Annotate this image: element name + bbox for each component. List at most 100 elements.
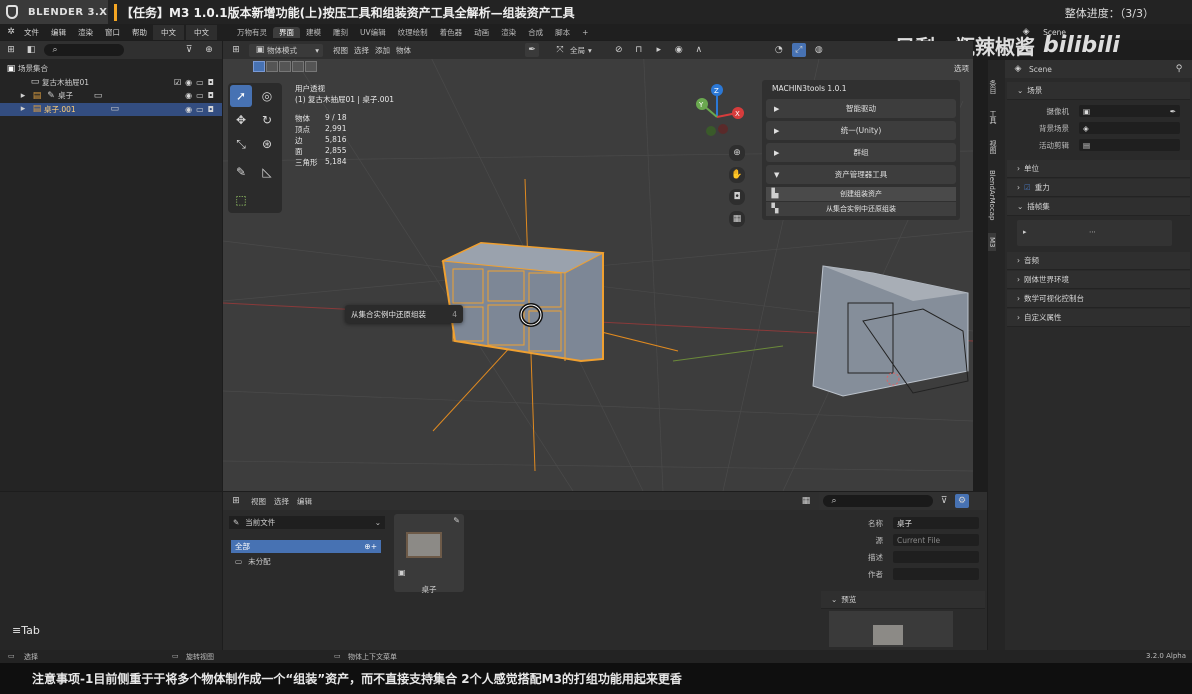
- select-invert-icon[interactable]: [292, 61, 304, 72]
- checkbox-icon[interactable]: ☑: [1024, 183, 1031, 192]
- tab-workspace-5[interactable]: 纹理绘制: [392, 27, 434, 38]
- catalog-all[interactable]: 全部 ⊕+: [231, 540, 381, 553]
- move-tool-icon[interactable]: ✥: [230, 109, 252, 131]
- tab-workspace-1[interactable]: 界面: [273, 26, 300, 38]
- overlay-toggle-icon[interactable]: ◍: [812, 43, 826, 57]
- viewport-menu-view[interactable]: 视图: [333, 45, 348, 56]
- keying-set-list[interactable]: ▸ ⋯: [1017, 220, 1172, 246]
- asset-tile[interactable]: ✎ ▣ 桌子: [394, 514, 464, 594]
- eye-icon[interactable]: ◉: [185, 78, 192, 87]
- viewport-menu-add[interactable]: 添加: [375, 45, 390, 56]
- section-units[interactable]: › 单位: [1007, 160, 1190, 178]
- scale-tool-icon[interactable]: ⤡: [230, 133, 252, 155]
- editor-type-icon[interactable]: ⊞: [229, 43, 243, 57]
- outliner-item[interactable]: ▸ ▤ ✎ 桌子 ▭ ◉ ▭ ◘: [0, 89, 222, 103]
- select-subtract-icon[interactable]: [279, 61, 291, 72]
- asset-manager-tools-button[interactable]: ▼ 资产管理器工具: [766, 165, 956, 184]
- tab-workspace-4[interactable]: UV编辑: [354, 27, 392, 38]
- library-dropdown[interactable]: ✎ 当前文件 ⌄: [229, 516, 385, 529]
- restore-assembly-button[interactable]: ▚ 从集合实例中还原组装: [766, 202, 956, 216]
- viewport-menu-object[interactable]: 物体: [396, 45, 411, 56]
- tab-workspace-7[interactable]: 动画: [468, 27, 495, 38]
- select-box-tool-icon[interactable]: ➚: [230, 85, 252, 107]
- falloff-icon[interactable]: ∧: [692, 43, 706, 57]
- create-assembly-asset-button[interactable]: ▙ 创建组装资产: [766, 187, 956, 201]
- asset-menu-view[interactable]: 视图: [251, 496, 266, 507]
- group-button[interactable]: ▶ 群组: [766, 143, 956, 162]
- snap-icon[interactable]: ⊓: [632, 43, 646, 57]
- filter-icon[interactable]: ⊽: [182, 43, 196, 57]
- blender-menu-icon[interactable]: ✲: [4, 25, 18, 39]
- eye-icon[interactable]: ◉: [185, 91, 192, 100]
- cabinet-selected[interactable]: [432, 178, 679, 472]
- expand-arrow-icon[interactable]: ▸: [16, 89, 30, 103]
- monitor-icon[interactable]: ▭: [196, 91, 204, 100]
- transform-tool-icon[interactable]: ⊛: [256, 133, 278, 155]
- detail-name[interactable]: 名称 桌子: [819, 516, 987, 530]
- section-preview[interactable]: ⌄ 预览: [821, 591, 985, 609]
- viewport-menu-select[interactable]: 选择: [354, 45, 369, 56]
- section-custom-properties[interactable]: › 自定义属性: [1007, 309, 1190, 327]
- section-audio[interactable]: › 音频: [1007, 252, 1190, 270]
- asset-menu-edit[interactable]: 编辑: [297, 496, 312, 507]
- eyedropper-icon[interactable]: ✒: [525, 43, 539, 57]
- menu-help[interactable]: 帮助: [126, 27, 153, 38]
- menu-edit[interactable]: 编辑: [45, 27, 72, 38]
- tab-workspace-8[interactable]: 渲染: [495, 27, 522, 38]
- active-clip-field[interactable]: 活动剪辑 ▤: [1005, 138, 1192, 152]
- unity-button[interactable]: ▶ 统一(Unity): [766, 121, 956, 140]
- add-catalog-icon[interactable]: ⊕+: [364, 542, 377, 551]
- tab-workspace-0[interactable]: 万物有灵: [231, 27, 273, 38]
- operator-tooltip[interactable]: 从集合实例中还原组装 4: [345, 305, 463, 323]
- menu-window[interactable]: 窗口: [99, 27, 126, 38]
- camera-field[interactable]: 摄像机 ▣ ✒: [1005, 104, 1192, 118]
- tab-workspace-2[interactable]: 建模: [300, 27, 327, 38]
- select-extend-icon[interactable]: [266, 61, 278, 72]
- tab-tool[interactable]: 工具: [988, 106, 998, 128]
- asset-menu-select[interactable]: 选择: [274, 496, 289, 507]
- add-cube-tool-icon[interactable]: ⬚: [230, 189, 252, 211]
- editor-type-icon[interactable]: ⊞: [229, 494, 243, 508]
- section-math-vis[interactable]: › 数学可视化控制台: [1007, 290, 1190, 308]
- detail-source[interactable]: 源 Current File: [819, 533, 987, 547]
- section-gravity[interactable]: › ☑ 重力: [1007, 179, 1190, 197]
- menu-render[interactable]: 渲染: [72, 27, 99, 38]
- filter-icon[interactable]: ⊽: [937, 494, 951, 508]
- section-rigid-body-world[interactable]: › 刚体世界环境: [1007, 271, 1190, 289]
- camera-icon[interactable]: ◘: [208, 78, 214, 87]
- ortho-grid-icon[interactable]: ▦: [729, 211, 745, 227]
- display-mode-icon[interactable]: ◧: [24, 43, 38, 57]
- pivot-icon[interactable]: ⊘: [612, 43, 626, 57]
- select-intersect-icon[interactable]: [305, 61, 317, 72]
- background-scene-field[interactable]: 背景场景 ◈: [1005, 121, 1192, 135]
- cabinet-instance[interactable]: [812, 265, 969, 397]
- eyedropper-icon[interactable]: ✒: [1170, 107, 1176, 116]
- camera-icon[interactable]: ◘: [208, 105, 214, 114]
- pin-icon[interactable]: ⚲: [1172, 62, 1186, 76]
- add-workspace-button[interactable]: +: [576, 28, 594, 37]
- cursor-tool-icon[interactable]: ◎: [256, 85, 278, 107]
- tab-item[interactable]: 条目: [988, 76, 998, 98]
- camera-icon[interactable]: ◘: [208, 91, 214, 100]
- annotate-tool-icon[interactable]: ✎: [230, 161, 252, 183]
- detail-author[interactable]: 作者: [819, 567, 987, 581]
- smart-drive-button[interactable]: ▶ 智能驱动: [766, 99, 956, 118]
- tab-workspace-6[interactable]: 着色器: [434, 27, 469, 38]
- section-keying-sets[interactable]: ⌄ 插帧集: [1007, 198, 1190, 216]
- checkbox-icon[interactable]: ☑: [174, 78, 181, 87]
- tab-m3[interactable]: M3: [988, 232, 996, 252]
- monitor-icon[interactable]: ▭: [196, 78, 204, 87]
- search-field[interactable]: ⌕: [823, 495, 933, 507]
- orientation-dropdown[interactable]: ⤧ 全局 ▾: [553, 43, 591, 57]
- detail-description[interactable]: 描述: [819, 550, 987, 564]
- options-button[interactable]: 选项: [954, 63, 969, 74]
- gizmo-toggle-icon[interactable]: ⤢: [791, 43, 806, 57]
- navigation-gizmo[interactable]: Z X Y: [685, 81, 749, 145]
- outliner-scene-collection[interactable]: ▣ 场景集合: [0, 62, 222, 76]
- new-collection-icon[interactable]: ⊕: [202, 43, 216, 57]
- monitor-icon[interactable]: ▭: [196, 105, 204, 114]
- tab-workspace-3[interactable]: 雕刻: [327, 27, 354, 38]
- proportional-edit-icon[interactable]: ◉: [672, 43, 686, 57]
- snap-target-icon[interactable]: ▸: [652, 43, 666, 57]
- eye-icon[interactable]: ◉: [185, 105, 192, 114]
